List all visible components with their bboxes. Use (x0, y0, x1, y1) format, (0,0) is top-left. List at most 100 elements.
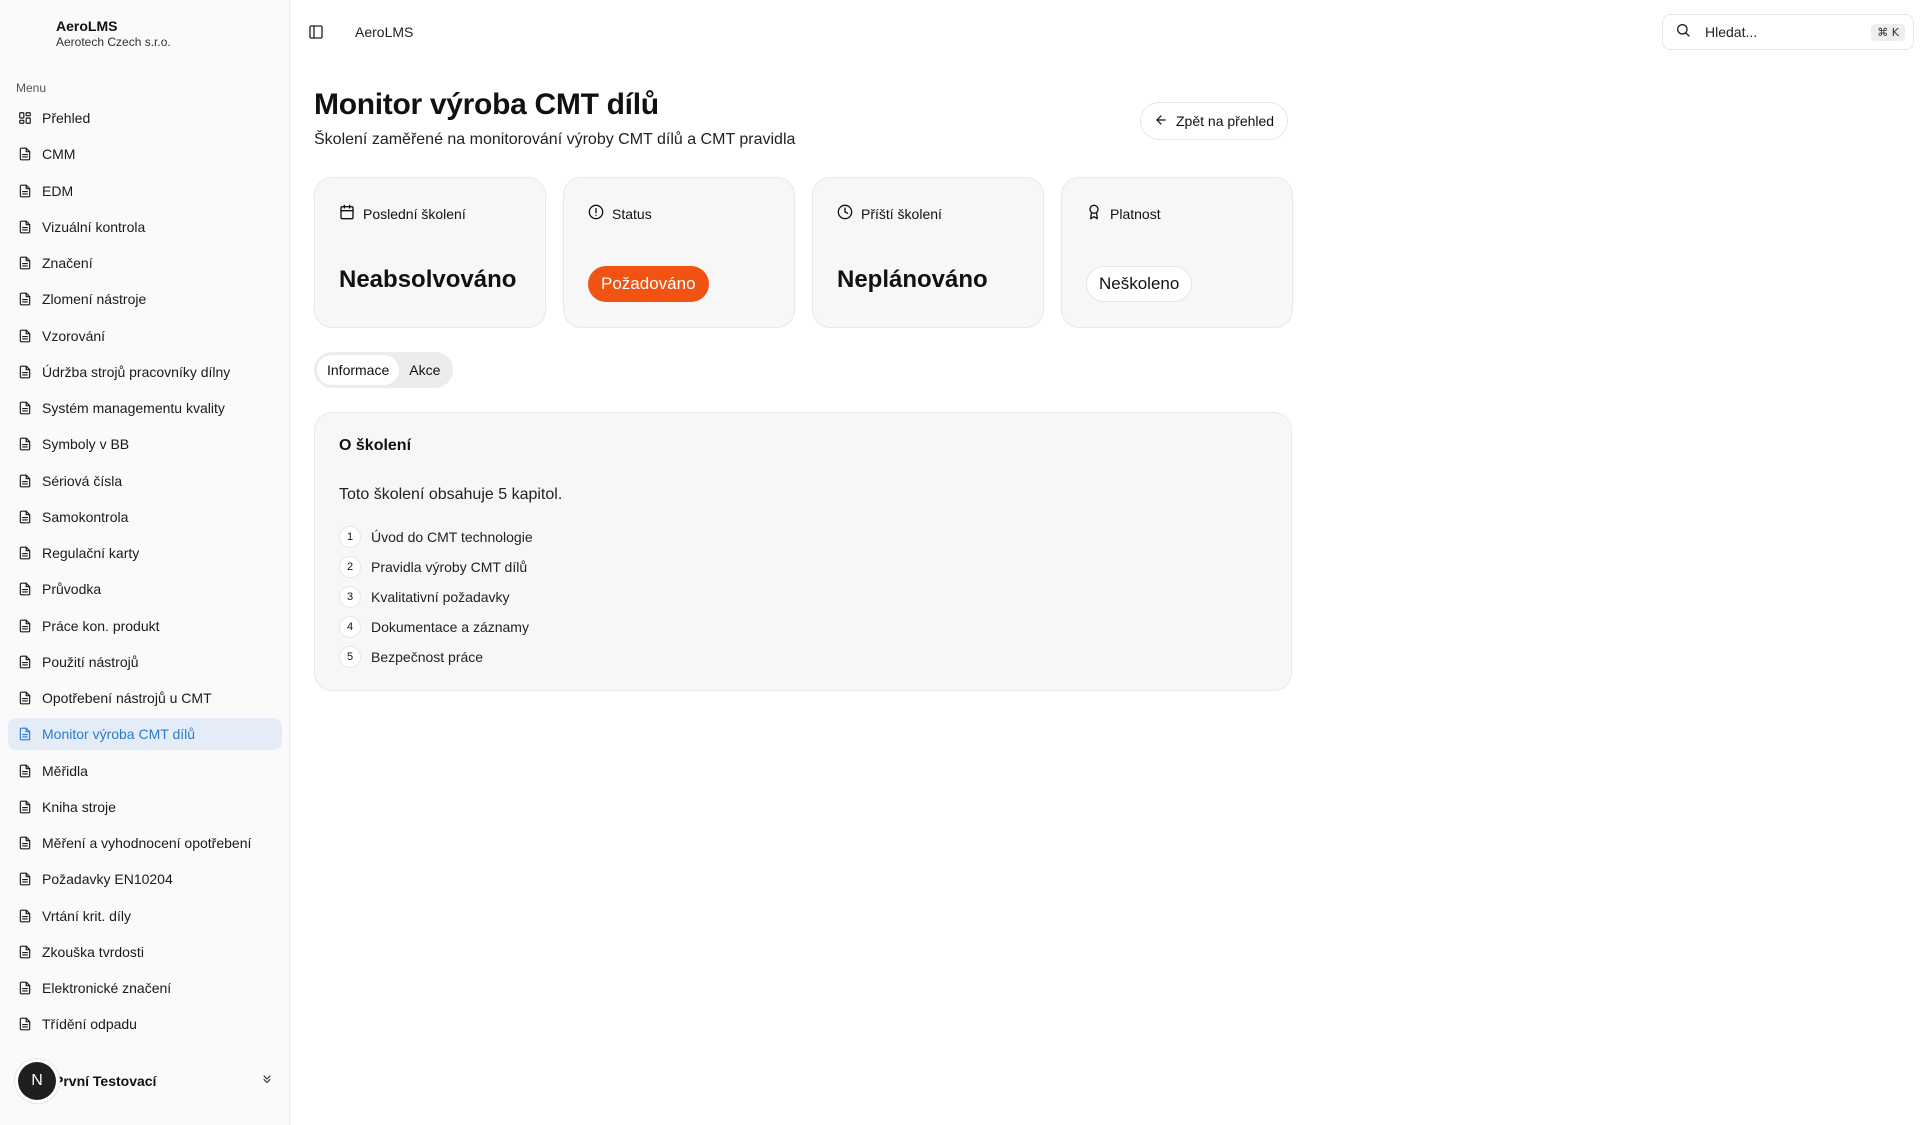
sidebar-item-label: Vzorování (42, 327, 106, 344)
sidebar-item-label: Monitor výroba CMT dílů (42, 726, 196, 743)
dashboard-icon (18, 111, 32, 125)
chapter-number: 1 (339, 526, 361, 548)
chapter-title: Bezpečnost práce (371, 649, 484, 665)
sidebar-item-label: EDM (42, 182, 74, 199)
sidebar-item-udrzba-stroju-pracovniky-dilny[interactable]: Údržba strojů pracovníky dílny (8, 356, 282, 388)
back-to-overview-button[interactable]: Zpět na přehled (1140, 102, 1289, 140)
panel-intro: Toto školení obsahuje 5 kapitol. (339, 486, 563, 503)
sidebar-item-regulacni-karty[interactable]: Regulační karty (8, 537, 282, 569)
document-icon (18, 800, 32, 814)
sidebar-item-label: Vrtání krit. díly (42, 907, 131, 924)
sidebar-item-samokontrola[interactable]: Samokontrola (8, 501, 282, 533)
document-icon (18, 256, 32, 270)
sidebar-item-meridla[interactable]: Měřidla (8, 755, 282, 787)
award-icon (1086, 204, 1110, 223)
page-subtitle: Školení zaměřené na monitorování výroby … (314, 131, 796, 148)
validity-badge: Neškoleno (1086, 266, 1193, 302)
document-icon (18, 401, 32, 415)
search-box[interactable]: ⌘ K (1662, 14, 1914, 50)
app-name: AeroLMS (56, 18, 118, 34)
chapter-title: Úvod do CMT technologie (371, 529, 533, 545)
sidebar-item-label: Symboly v BB (42, 436, 130, 453)
sidebar-nav: Přehled CMM EDM Vizuální kontrola Značení Zlo… (8, 102, 282, 1045)
sidebar-item-vrtani-krit-dily[interactable]: Vrtání krit. díly (8, 900, 282, 932)
document-icon (18, 510, 32, 524)
sidebar-item-opotrebeni-nastroju-u-cmt[interactable]: Opotřebení nástrojů u CMT (8, 682, 282, 714)
breadcrumb: AeroLMS (355, 24, 414, 40)
sidebar-item-pouziti-nastroju[interactable]: Použití nástrojů (8, 646, 282, 678)
document-icon (18, 184, 32, 198)
card-validity: Platnost Neškoleno (1061, 177, 1293, 328)
sidebar-item-label: Zkouška tvrdosti (42, 943, 144, 960)
sidebar-item-pruvodka[interactable]: Průvodka (8, 573, 282, 605)
document-icon (18, 437, 32, 451)
arrow-left-icon (1154, 113, 1176, 130)
document-icon (18, 909, 32, 923)
sidebar-item-trideni-odpadu[interactable]: Třídění odpadu (8, 1008, 282, 1040)
chapter-number: 5 (339, 646, 361, 668)
card-next-training: Příští školení Neplánováno (812, 177, 1044, 328)
sidebar-item-mereni-a-vyhodnoceni-opotrebeni[interactable]: Měření a vyhodnocení opotřebení (8, 827, 282, 859)
sidebar-item-label: Regulační karty (42, 545, 140, 561)
chapter-item: 5 Bezpečnost práce (339, 642, 533, 672)
sidebar-item-label: Zlomení nástroje (42, 291, 147, 308)
search-shortcut: ⌘ K (1871, 23, 1905, 41)
sidebar-item-vzorovani[interactable]: Vzorování (8, 320, 282, 352)
sidebar-item-label: Měření a vyhodnocení opotřebení (42, 835, 252, 851)
card-label: Platnost (1110, 205, 1161, 222)
sidebar-item-znaceni[interactable]: Značení (8, 247, 282, 279)
chapter-item: 2 Pravidla výroby CMT dílů (339, 552, 533, 582)
alert-circle-icon (588, 204, 612, 223)
sidebar-item-label: Údržba strojů pracovníky dílny (42, 363, 231, 380)
tab-information[interactable]: Informace (317, 355, 400, 385)
document-icon (18, 872, 32, 886)
sidebar-item-kniha-stroje[interactable]: Kniha stroje (8, 791, 282, 823)
sidebar-item-label: Samokontrola (42, 508, 129, 525)
sidebar-item-elektronicke-znaceni[interactable]: Elektronické značení (8, 972, 282, 1004)
sidebar-item-label: Sériová čísla (42, 472, 123, 489)
user-menu[interactable]: N První Testovací (18, 1062, 274, 1100)
sidebar-item-label: Třídění odpadu (42, 1016, 137, 1033)
sidebar-item-seriova-cisla[interactable]: Sériová čísla (8, 465, 282, 497)
card-label: Příští školení (861, 205, 942, 222)
document-icon (18, 329, 32, 343)
sidebar-item-label: Kniha stroje (42, 798, 116, 815)
sidebar-item-label: Elektronické značení (42, 980, 172, 996)
sidebar-item-pozadavky-en10204[interactable]: Požadavky EN10204 (8, 863, 282, 895)
sidebar-item-edm[interactable]: EDM (8, 175, 282, 207)
sidebar-item-label: CMM (42, 146, 76, 163)
sidebar-item-prace-kon-produkt[interactable]: Práce kon. produkt (8, 610, 282, 642)
sidebar-item-system-managementu-kvality[interactable]: Systém managementu kvality (8, 392, 282, 424)
search-icon (1675, 22, 1691, 43)
sidebar-item-cmm[interactable]: CMM (8, 138, 282, 170)
sidebar: AeroLMS Aerotech Czech s.r.o. Menu Přehl… (0, 0, 290, 1125)
document-icon (18, 655, 32, 669)
sidebar-item-prehled[interactable]: Přehled (8, 102, 282, 134)
sidebar-item-symboly-v-bb[interactable]: Symboly v BB (8, 428, 282, 460)
document-icon (18, 836, 32, 850)
sidebar-item-label: Práce kon. produkt (42, 617, 160, 634)
about-training-panel: O školení Toto školení obsahuje 5 kapito… (314, 412, 1292, 691)
search-input[interactable] (1705, 24, 1855, 40)
document-icon (18, 1017, 32, 1031)
card-value: Neabsolvováno (339, 266, 517, 293)
sidebar-item-zkouska-tvrdosti[interactable]: Zkouška tvrdosti (8, 936, 282, 968)
sidebar-item-label: Použití nástrojů (42, 653, 139, 670)
tab-actions[interactable]: Akce (399, 355, 450, 385)
chapter-item: 3 Kvalitativní požadavky (339, 582, 533, 612)
sidebar-item-monitor-vyroba-cmt-dilu[interactable]: Monitor výroba CMT dílů (8, 718, 282, 751)
chapter-item: 1 Úvod do CMT technologie (339, 522, 533, 552)
sidebar-item-label: Průvodka (42, 581, 102, 598)
document-icon (18, 981, 32, 995)
sidebar-item-zlomeni-nastroje[interactable]: Zlomení nástroje (8, 283, 282, 315)
document-icon (18, 220, 32, 234)
organization-name: Aerotech Czech s.r.o. (56, 35, 171, 49)
sidebar-item-label: Opotřebení nástrojů u CMT (42, 690, 212, 706)
chapter-title: Dokumentace a záznamy (371, 619, 529, 635)
page-title: Monitor výroba CMT dílů (314, 88, 659, 121)
chapter-number: 3 (339, 586, 361, 608)
brand[interactable]: AeroLMS Aerotech Czech s.r.o. (56, 18, 171, 50)
panel-title: O školení (339, 437, 412, 454)
sidebar-item-vizualni-kontrola[interactable]: Vizuální kontrola (8, 211, 282, 243)
sidebar-toggle-icon[interactable] (308, 24, 324, 40)
